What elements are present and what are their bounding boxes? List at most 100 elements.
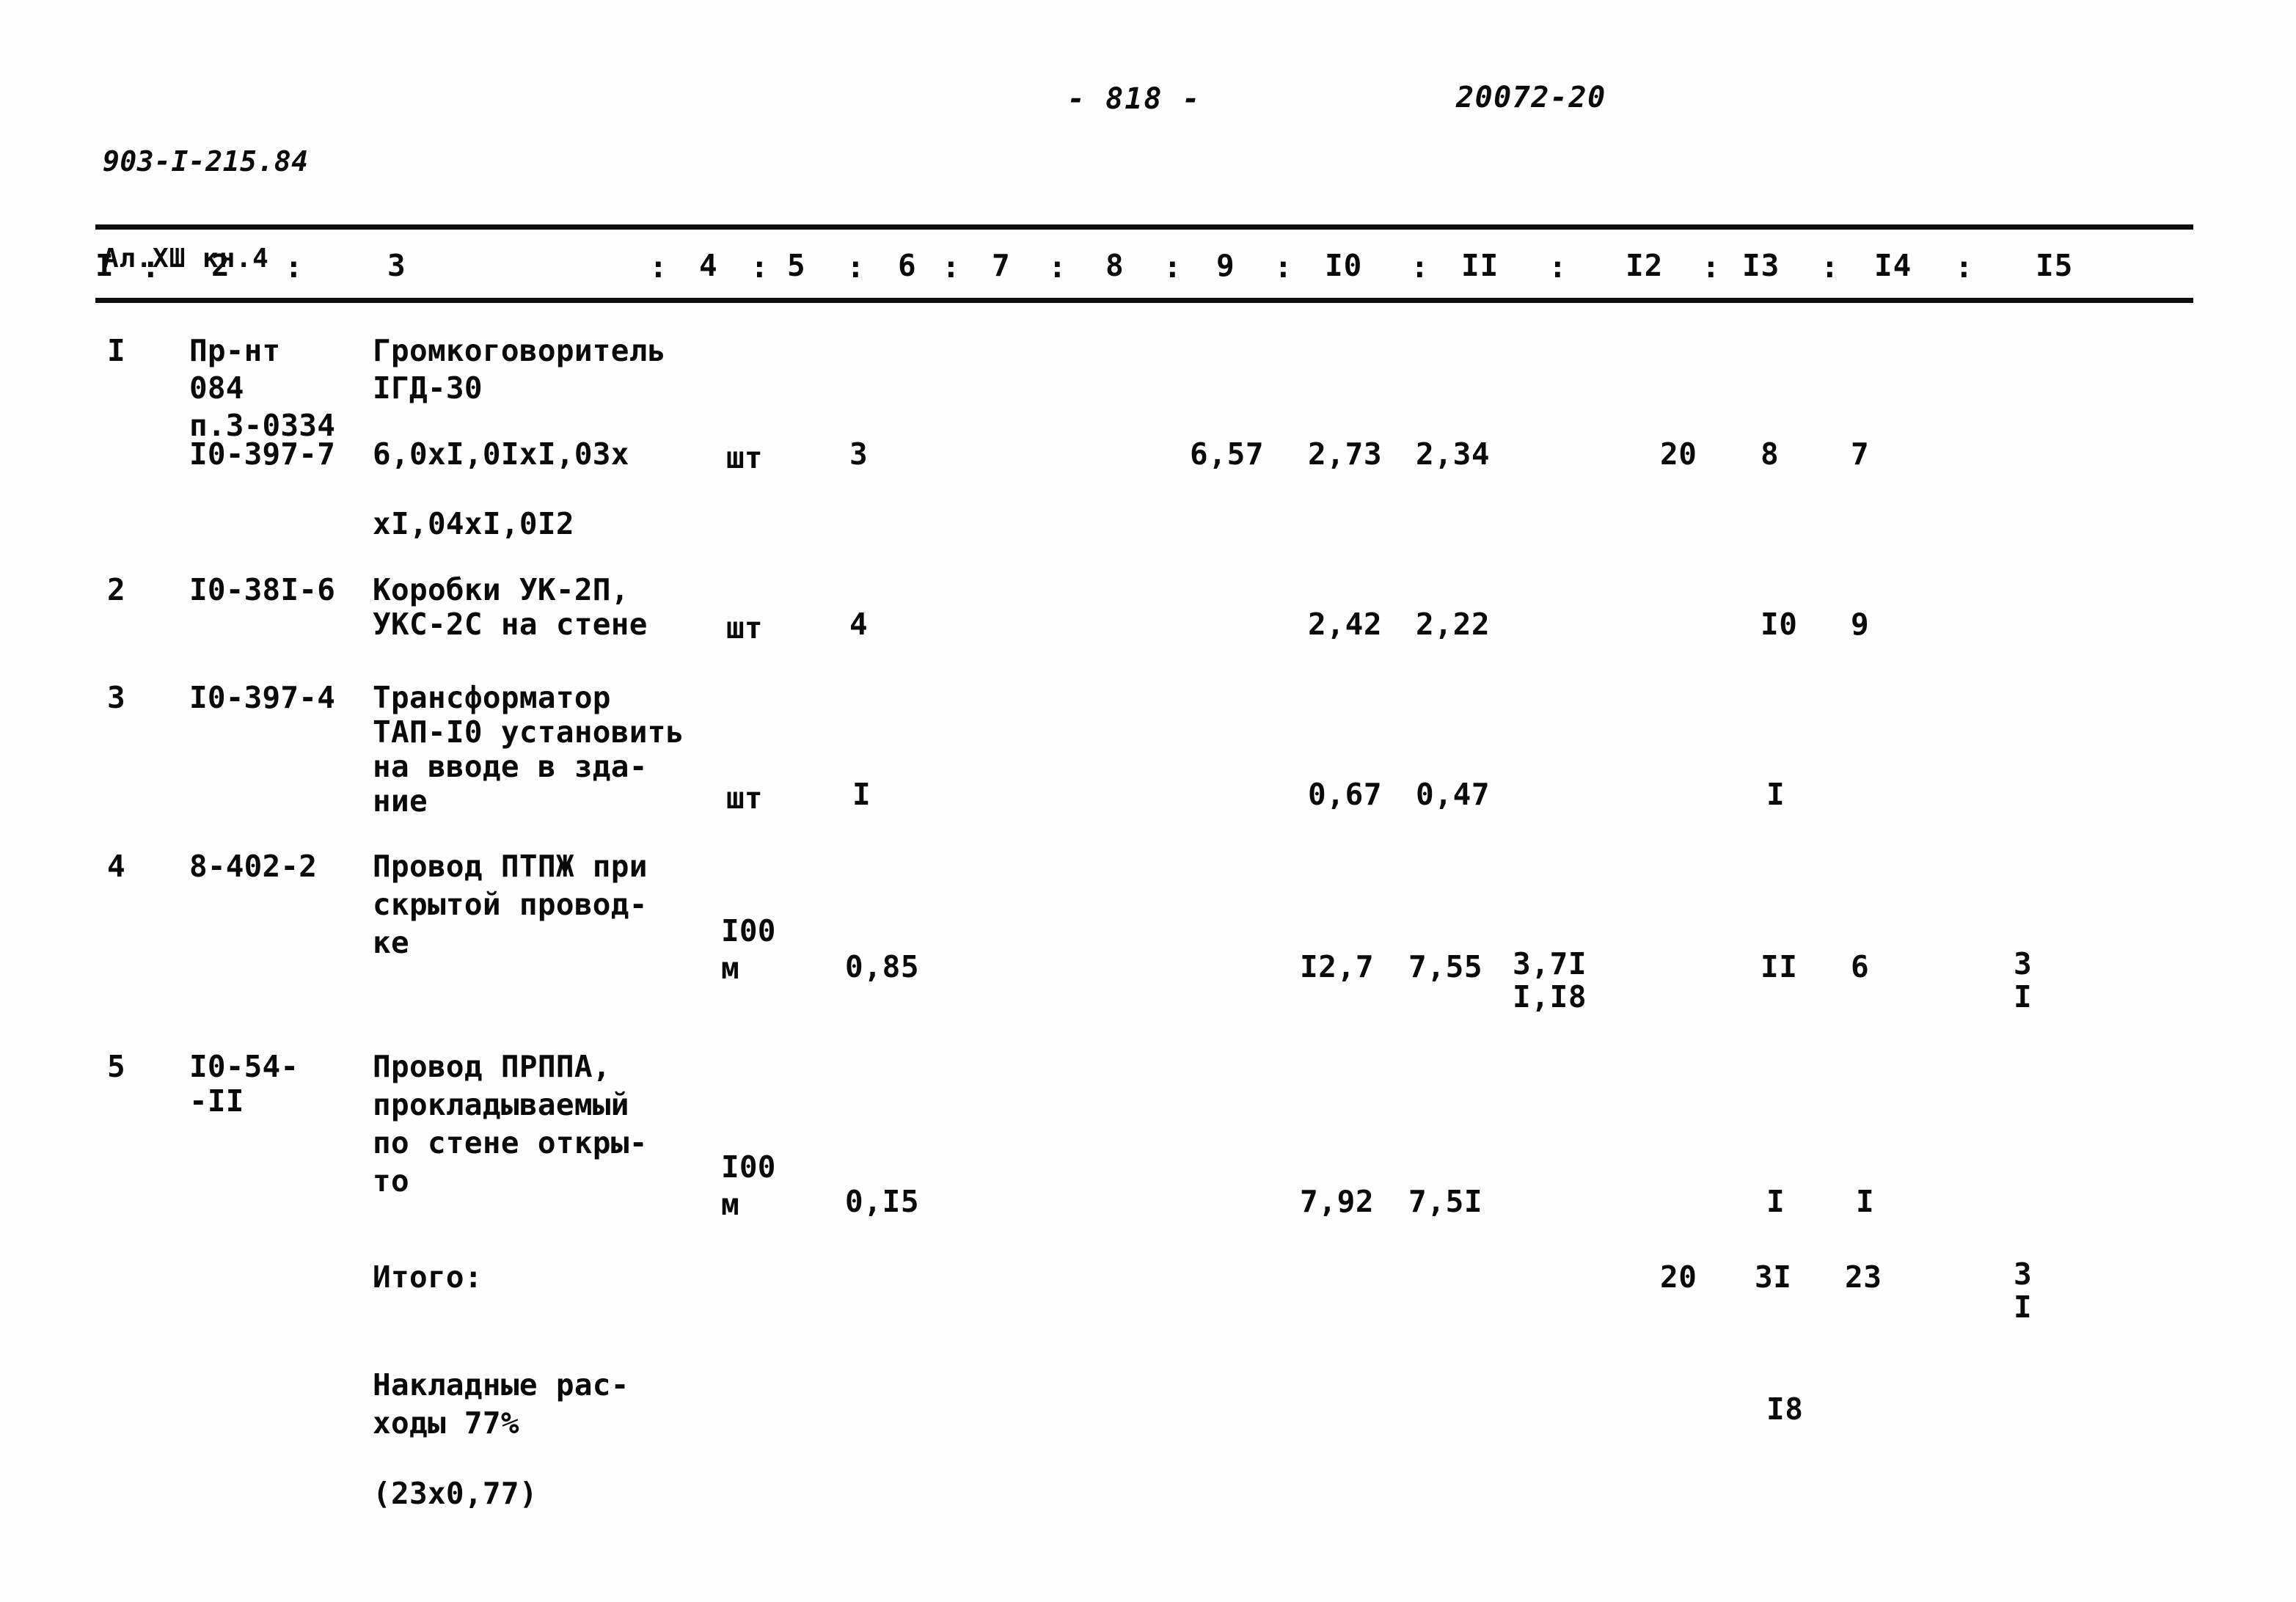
table-row-col9: I2,7 <box>1300 949 1375 984</box>
overhead-col13: I8 <box>1766 1391 1804 1427</box>
table-row-description: Провод ПРППА, <box>373 1049 611 1084</box>
column-number-10: I0 <box>1325 248 1363 283</box>
table-row-unit-bottom: м <box>721 1187 739 1222</box>
column-separator: : <box>1048 249 1067 285</box>
total-row-col13: 3I <box>1755 1259 1792 1295</box>
table-row-col11-bottom: I,I8 <box>1513 979 1587 1014</box>
table-row-code-line: 8-402-2 <box>189 849 318 884</box>
table-row-col11-top: 3,7I <box>1513 946 1587 981</box>
table-row-unit: шт <box>726 440 763 475</box>
table-row-col9: 7,92 <box>1300 1184 1375 1219</box>
column-number-9: 9 <box>1216 248 1235 283</box>
table-row-col10: 2,34 <box>1416 436 1491 472</box>
column-number-4: 4 <box>699 248 718 283</box>
table-row-description: IГД-30 <box>373 370 483 406</box>
table-row-col14: 9 <box>1851 607 1870 642</box>
column-number-7: 7 <box>992 248 1011 283</box>
table-row-position: I <box>107 333 126 368</box>
table-row-description: ние <box>373 783 428 819</box>
column-separator: : <box>1702 249 1721 285</box>
table-row-col9: 0,67 <box>1308 777 1383 812</box>
table-row-col13: 8 <box>1761 436 1780 472</box>
table-column-header: I : 2 : 3 : 4 : 5 : 6 : 7 : 8 : 9 : I0 :… <box>95 248 2193 293</box>
table-row-position: 2 <box>107 572 126 607</box>
table-row-description: на вводе в зда- <box>373 749 648 784</box>
column-number-5: 5 <box>787 248 806 283</box>
table-row-code-line: 084 <box>189 370 244 406</box>
table-row-description: Коробки УК-2П, <box>373 572 629 607</box>
table-row-description-cont: xI,04xI,0I2 <box>373 506 574 541</box>
column-number-12: I2 <box>1626 248 1664 283</box>
column-number-6: 6 <box>898 248 917 283</box>
table-row-col13: II <box>1761 949 1798 984</box>
table-row-col5: I <box>852 777 871 812</box>
column-number-2: 2 <box>211 248 230 283</box>
table-row-col5: 3 <box>849 436 869 472</box>
table-row-description: то <box>373 1163 409 1199</box>
column-number-8: 8 <box>1105 248 1125 283</box>
table-row-code-line: I0-397-7 <box>189 436 336 472</box>
total-row-col12: 20 <box>1660 1259 1697 1295</box>
total-row-col15-top: 3 <box>2014 1257 2033 1292</box>
column-separator: : <box>942 249 961 285</box>
column-number-14: I4 <box>1874 248 1912 283</box>
column-separator: : <box>1274 249 1293 285</box>
column-number-3: 3 <box>387 248 406 283</box>
table-row-unit-top: I00 <box>721 913 776 948</box>
table-row-description: Громкоговоритель <box>373 333 666 368</box>
table-row-description: ке <box>373 925 409 960</box>
overhead-label-line: ходы 77% <box>373 1405 519 1441</box>
table-row-unit: шт <box>726 780 763 816</box>
table-row-unit-top: I00 <box>721 1149 776 1185</box>
table-row-col12: 20 <box>1660 436 1697 472</box>
table-row-col15-bottom: I <box>2014 979 2033 1014</box>
table-row-position: 5 <box>107 1049 126 1084</box>
document-stamp: 20072-20 <box>1456 81 1606 114</box>
column-separator: : <box>750 249 769 285</box>
overhead-label-line: Накладные рас- <box>373 1367 629 1402</box>
table-row-description: Провод ПТПЖ при <box>373 849 648 884</box>
table-row-position: 3 <box>107 680 126 715</box>
table-row-unit: шт <box>726 610 763 645</box>
table-row-code-line: I0-54- <box>189 1049 299 1084</box>
table-row-description: Трансформатор <box>373 680 611 715</box>
total-row-label: Итого: <box>373 1259 483 1295</box>
table-row-col8: 6,57 <box>1190 436 1265 472</box>
document-code: 903-I-215.84 <box>103 145 309 178</box>
total-row-col15-bottom: I <box>2014 1290 2033 1325</box>
table-row-col9: 2,73 <box>1308 436 1383 472</box>
table-row-col10: 7,55 <box>1408 949 1483 984</box>
column-separator: : <box>1549 249 1568 285</box>
table-row-col5: 0,I5 <box>845 1184 920 1219</box>
table-row-col14: I <box>1856 1184 1875 1219</box>
table-row-code-line: I0-397-4 <box>189 680 336 715</box>
column-separator: : <box>1821 249 1840 285</box>
column-separator: : <box>1163 249 1182 285</box>
table-row-col14: 7 <box>1851 436 1870 472</box>
table-row-col13: I0 <box>1761 607 1798 642</box>
column-number-13: I3 <box>1742 248 1780 283</box>
column-number-15: I5 <box>2036 248 2074 283</box>
table-row-col14: 6 <box>1851 949 1870 984</box>
overhead-formula: (23x0,77) <box>373 1476 538 1511</box>
table-row-description: по стене откры- <box>373 1125 648 1160</box>
table-row-col10: 0,47 <box>1416 777 1491 812</box>
table-row-description: прокладываемый <box>373 1087 629 1122</box>
table-top-rule <box>95 224 2193 230</box>
column-separator: : <box>142 249 161 285</box>
page-number: - 818 - <box>1067 82 1202 116</box>
table-row-description: 6,0xI,0IxI,03x <box>373 436 629 472</box>
table-row-col10: 7,5I <box>1408 1184 1483 1219</box>
column-number-11: II <box>1461 248 1499 283</box>
table-row-col15-top: 3 <box>2014 946 2033 981</box>
table-row-description: УКС-2С на стене <box>373 607 648 642</box>
column-number-1: I <box>95 248 114 283</box>
table-row-description: ТАП-I0 установить <box>373 714 684 750</box>
column-separator: : <box>285 249 304 285</box>
column-separator: : <box>1955 249 1974 285</box>
total-row-col14: 23 <box>1845 1259 1882 1295</box>
table-row-col5: 4 <box>849 607 869 642</box>
table-row-col9: 2,42 <box>1308 607 1383 642</box>
table-header-rule <box>95 298 2193 303</box>
table-row-col10: 2,22 <box>1416 607 1491 642</box>
